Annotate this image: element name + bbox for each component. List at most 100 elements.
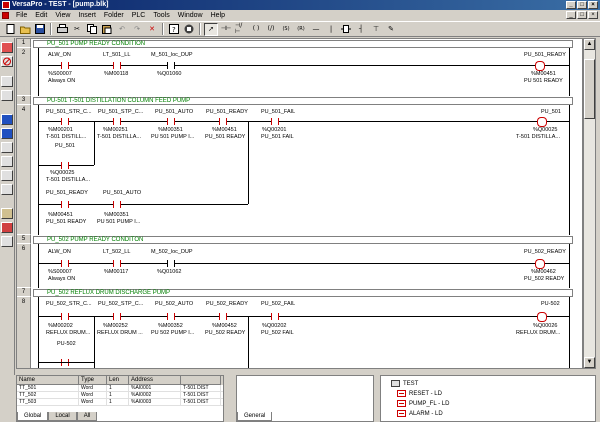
comment-icon[interactable]: ✎ [384, 23, 398, 36]
close-button[interactable]: × [588, 1, 598, 9]
rung-comment[interactable]: PU_502 PUMP READY CONDITON [47, 237, 143, 243]
new-icon[interactable] [3, 23, 17, 36]
menu-tools[interactable]: Tools [149, 12, 173, 19]
column-header[interactable]: Type [79, 376, 107, 385]
ladder-editor[interactable]: 1 PU_501 PUMP READY CONDITION 2 ALW_ON %… [16, 38, 583, 369]
fault-table-icon[interactable] [1, 222, 13, 233]
rung-icon[interactable]: ⊤ [369, 23, 383, 36]
contact-no[interactable] [113, 201, 121, 208]
maximize-button[interactable]: □ [577, 1, 587, 9]
tree-item[interactable]: RESET - LD [397, 390, 442, 397]
menu-folder[interactable]: Folder [100, 12, 128, 19]
contact-no[interactable] [167, 62, 175, 69]
copy-icon[interactable] [85, 23, 99, 36]
rung-comment[interactable]: PU-501 T-501 DISTILLATION COLUMN FEED PU… [47, 98, 190, 104]
doc-close-button[interactable]: × [588, 11, 598, 19]
menu-help[interactable]: Help [207, 12, 229, 19]
print-icon[interactable] [55, 23, 69, 36]
scroll-up-button[interactable]: ▲ [584, 39, 595, 50]
doc-restore-button[interactable]: □ [577, 11, 587, 19]
pointer-icon[interactable]: ➚ [204, 22, 218, 36]
column-header[interactable]: Len [107, 376, 129, 385]
coil[interactable] [535, 61, 545, 71]
contact-nc[interactable] [113, 118, 121, 125]
contact-no[interactable] [167, 313, 175, 320]
contact-no[interactable] [219, 313, 227, 320]
column-header[interactable] [181, 376, 221, 385]
set-coil-icon[interactable]: (S) [279, 23, 293, 36]
cut-icon[interactable]: ✂ [70, 23, 84, 36]
horizontal-wire-icon[interactable]: — [309, 23, 323, 36]
contact-no-icon[interactable]: ⊣⊢ [219, 23, 233, 36]
vertical-wire-icon[interactable]: | [324, 23, 338, 36]
contact-nc[interactable] [271, 118, 279, 125]
tab-global[interactable]: Global [17, 412, 49, 421]
program-icon[interactable] [1, 76, 13, 87]
stop-plc-icon[interactable] [1, 56, 13, 67]
contact-no[interactable] [61, 118, 69, 125]
coil-neg-icon[interactable]: (/) [264, 23, 278, 36]
contact-no[interactable] [113, 260, 121, 267]
file-icon[interactable] [1, 90, 13, 101]
stop-icon[interactable] [182, 23, 196, 36]
menu-window[interactable]: Window [174, 12, 207, 19]
coil[interactable] [537, 312, 547, 322]
menu-plc[interactable]: PLC [128, 12, 150, 19]
table-row[interactable]: TT_501 Word 1 %AI0001 T-501 DIST [17, 385, 223, 392]
stop-run-icon[interactable] [1, 128, 13, 139]
download-icon[interactable] [1, 170, 13, 181]
open-icon[interactable] [18, 23, 32, 36]
table-row[interactable]: TT_502 Word 1 %AI0002 T-501 DIST [17, 392, 223, 399]
reset-coil-icon[interactable]: (R) [294, 23, 308, 36]
scroll-down-button[interactable]: ▼ [584, 357, 595, 368]
scroll-thumb[interactable] [584, 59, 595, 119]
paste-icon[interactable] [100, 23, 114, 36]
contact-nc[interactable] [113, 313, 121, 320]
delete-icon[interactable]: ✕ [145, 23, 159, 36]
column-header[interactable]: Address [129, 376, 181, 385]
tree-item[interactable]: PUMP_FL - LD [397, 400, 449, 407]
branch-icon[interactable]: ┤ [354, 23, 368, 36]
coil[interactable] [535, 259, 545, 269]
menu-insert[interactable]: Insert [74, 12, 100, 19]
coil-icon[interactable]: ( ) [249, 23, 263, 36]
contact-nc[interactable] [271, 313, 279, 320]
contact-no[interactable] [113, 62, 121, 69]
table-row[interactable]: TT_503 Word 1 %AI0003 T-501 DIST [17, 399, 223, 406]
menu-file[interactable]: File [12, 12, 31, 19]
connect-icon[interactable] [1, 156, 13, 167]
contact-no[interactable] [61, 313, 69, 320]
menu-view[interactable]: View [51, 12, 74, 19]
rung-comment[interactable]: PU_501 PUMP READY CONDITION [47, 41, 145, 47]
contact-no[interactable] [61, 260, 69, 267]
tab-local[interactable]: Local [48, 412, 77, 421]
run-icon[interactable] [1, 114, 13, 125]
contact-no[interactable] [61, 162, 69, 169]
contact-no[interactable] [219, 118, 227, 125]
function-block-icon[interactable] [339, 23, 353, 36]
undo-icon[interactable]: ↶ [115, 23, 129, 36]
contact-no[interactable] [167, 260, 175, 267]
upload-icon[interactable] [1, 184, 13, 195]
config-icon[interactable] [1, 208, 13, 219]
help-icon[interactable]: ? [167, 23, 181, 36]
tree-item[interactable]: TEST [391, 380, 418, 387]
contact-no[interactable] [61, 201, 69, 208]
document-icon[interactable] [2, 12, 9, 19]
tab-all[interactable]: All [76, 412, 98, 421]
reference-view-icon[interactable] [1, 236, 13, 247]
contact-no[interactable] [61, 62, 69, 69]
ladder-view-icon[interactable] [1, 42, 13, 53]
minimize-button[interactable]: _ [566, 1, 576, 9]
redo-icon[interactable]: ↷ [130, 23, 144, 36]
contact-nc-icon[interactable]: ⊣/⊢ [234, 23, 248, 36]
monitor-icon[interactable] [1, 142, 13, 153]
doc-minimize-button[interactable]: _ [566, 11, 576, 19]
menu-edit[interactable]: Edit [31, 12, 51, 19]
tab-general[interactable]: General [237, 412, 273, 421]
save-icon[interactable] [33, 23, 47, 36]
ladder-vertical-scrollbar[interactable]: ▲ ▼ [583, 38, 596, 369]
coil[interactable] [537, 117, 547, 127]
column-header[interactable]: Name [17, 376, 79, 385]
tree-item[interactable]: ALARM - LD [397, 410, 443, 417]
